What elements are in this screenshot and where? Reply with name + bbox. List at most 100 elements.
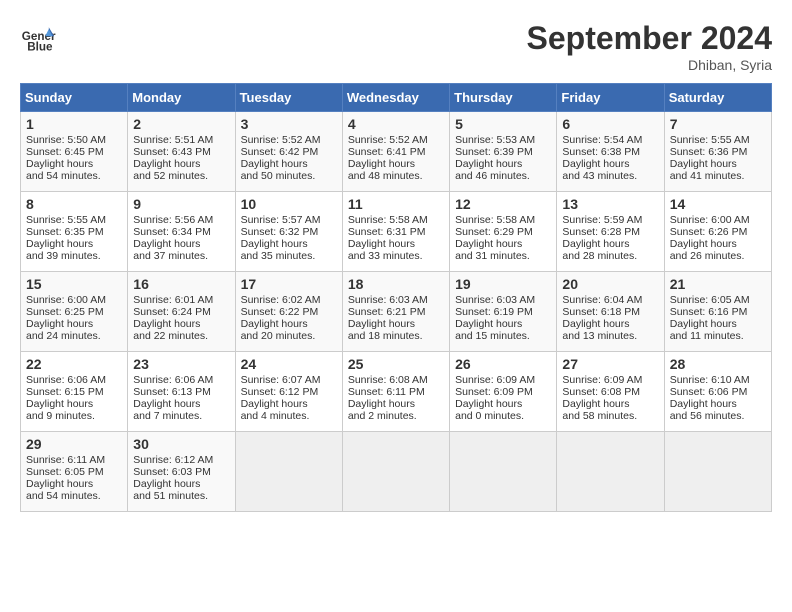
- day-number: 6: [562, 116, 658, 132]
- day-number: 16: [133, 276, 229, 292]
- sunrise-text: Sunrise: 6:06 AM: [133, 374, 213, 386]
- daylight-minutes: and 22 minutes.: [133, 330, 208, 342]
- day-number: 4: [348, 116, 444, 132]
- svg-text:Blue: Blue: [27, 41, 53, 54]
- daylight-minutes: and 20 minutes.: [241, 330, 316, 342]
- sunset-text: Sunset: 6:31 PM: [348, 226, 426, 238]
- daylight-minutes: and 4 minutes.: [241, 410, 310, 422]
- day-number: 22: [26, 356, 122, 372]
- daylight-minutes: and 26 minutes.: [670, 250, 745, 262]
- day-number: 23: [133, 356, 229, 372]
- weekday-header-saturday: Saturday: [664, 84, 771, 112]
- calendar-cell: 23 Sunrise: 6:06 AMSunset: 6:13 PMDayligh…: [128, 352, 235, 432]
- sunrise-text: Sunrise: 6:05 AM: [670, 294, 750, 306]
- daylight-text: Daylight hours: [348, 318, 415, 330]
- calendar-row: 8Sunrise: 5:55 AMSunset: 6:35 PMDaylight…: [21, 192, 772, 272]
- sunset-text: Sunset: 6:06 PM: [670, 386, 748, 398]
- calendar-row: 22Sunrise: 6:06 AMSunset: 6:15 PMDayligh…: [21, 352, 772, 432]
- daylight-text: Daylight hours: [455, 318, 522, 330]
- daylight-text: Daylight hours: [133, 398, 200, 410]
- daylight-text: Daylight hours: [26, 318, 93, 330]
- day-number: 19: [455, 276, 551, 292]
- sunrise-text: Sunrise: 5:55 AM: [670, 134, 750, 146]
- sunrise-text: Sunrise: 6:12 AM: [133, 454, 213, 466]
- calendar-cell: 21Sunrise: 6:05 AMSunset: 6:16 PMDayligh…: [664, 272, 771, 352]
- sunrise-text: Sunrise: 6:04 AM: [562, 294, 642, 306]
- calendar-cell: 3Sunrise: 5:52 AMSunset: 6:42 PMDaylight…: [235, 112, 342, 192]
- daylight-minutes: and 46 minutes.: [455, 170, 530, 182]
- sunrise-text: Sunrise: 6:07 AM: [241, 374, 321, 386]
- daylight-minutes: and 50 minutes.: [241, 170, 316, 182]
- calendar-cell: 17Sunrise: 6:02 AMSunset: 6:22 PMDayligh…: [235, 272, 342, 352]
- calendar-cell: 30 Sunrise: 6:12 AMSunset: 6:03 PMDayligh…: [128, 432, 235, 512]
- daylight-text: Daylight hours: [133, 478, 200, 490]
- sunset-text: Sunset: 6:19 PM: [455, 306, 533, 318]
- sunset-text: Sunset: 6:28 PM: [562, 226, 640, 238]
- location: Dhiban, Syria: [527, 57, 772, 73]
- daylight-minutes: and 43 minutes.: [562, 170, 637, 182]
- calendar-cell: 1Sunrise: 5:50 AMSunset: 6:45 PMDaylight…: [21, 112, 128, 192]
- sunrise-text: Sunrise: 5:56 AM: [133, 214, 213, 226]
- sunset-text: Sunset: 6:21 PM: [348, 306, 426, 318]
- daylight-text: Daylight hours: [26, 238, 93, 250]
- daylight-text: Daylight hours: [670, 398, 737, 410]
- day-number: 9: [133, 196, 229, 212]
- sunrise-text: Sunrise: 6:11 AM: [26, 454, 105, 466]
- calendar-cell: 28Sunrise: 6:10 AMSunset: 6:06 PMDayligh…: [664, 352, 771, 432]
- day-number: 20: [562, 276, 658, 292]
- sunrise-text: Sunrise: 6:10 AM: [670, 374, 750, 386]
- daylight-text: Daylight hours: [26, 398, 93, 410]
- calendar-cell: 6Sunrise: 5:54 AMSunset: 6:38 PMDaylight…: [557, 112, 664, 192]
- calendar-cell: [557, 432, 664, 512]
- weekday-header-sunday: Sunday: [21, 84, 128, 112]
- month-title: September 2024: [527, 20, 772, 57]
- calendar-cell: 4Sunrise: 5:52 AMSunset: 6:41 PMDaylight…: [342, 112, 449, 192]
- daylight-text: Daylight hours: [562, 158, 629, 170]
- calendar-cell: [664, 432, 771, 512]
- calendar-cell: [235, 432, 342, 512]
- daylight-text: Daylight hours: [562, 318, 629, 330]
- sunset-text: Sunset: 6:12 PM: [241, 386, 319, 398]
- sunrise-text: Sunrise: 6:09 AM: [562, 374, 642, 386]
- day-number: 8: [26, 196, 122, 212]
- sunrise-text: Sunrise: 6:03 AM: [455, 294, 535, 306]
- daylight-text: Daylight hours: [562, 398, 629, 410]
- sunset-text: Sunset: 6:18 PM: [562, 306, 640, 318]
- sunset-text: Sunset: 6:16 PM: [670, 306, 748, 318]
- sunrise-text: Sunrise: 5:50 AM: [26, 134, 106, 146]
- sunset-text: Sunset: 6:13 PM: [133, 386, 211, 398]
- sunrise-text: Sunrise: 5:52 AM: [348, 134, 428, 146]
- sunrise-text: Sunrise: 5:58 AM: [455, 214, 535, 226]
- daylight-minutes: and 24 minutes.: [26, 330, 101, 342]
- day-number: 15: [26, 276, 122, 292]
- sunrise-text: Sunrise: 6:02 AM: [241, 294, 321, 306]
- calendar-cell: 5Sunrise: 5:53 AMSunset: 6:39 PMDaylight…: [450, 112, 557, 192]
- sunset-text: Sunset: 6:35 PM: [26, 226, 104, 238]
- weekday-header-thursday: Thursday: [450, 84, 557, 112]
- daylight-text: Daylight hours: [133, 318, 200, 330]
- calendar-cell: 22Sunrise: 6:06 AMSunset: 6:15 PMDayligh…: [21, 352, 128, 432]
- calendar-row: 1Sunrise: 5:50 AMSunset: 6:45 PMDaylight…: [21, 112, 772, 192]
- sunset-text: Sunset: 6:24 PM: [133, 306, 211, 318]
- daylight-text: Daylight hours: [455, 398, 522, 410]
- sunset-text: Sunset: 6:03 PM: [133, 466, 211, 478]
- calendar-cell: 9Sunrise: 5:56 AMSunset: 6:34 PMDaylight…: [128, 192, 235, 272]
- day-number: 26: [455, 356, 551, 372]
- calendar-row: 15Sunrise: 6:00 AMSunset: 6:25 PMDayligh…: [21, 272, 772, 352]
- daylight-minutes: and 52 minutes.: [133, 170, 208, 182]
- day-number: 24: [241, 356, 337, 372]
- daylight-minutes: and 0 minutes.: [455, 410, 524, 422]
- day-number: 2: [133, 116, 229, 132]
- day-number: 3: [241, 116, 337, 132]
- sunrise-text: Sunrise: 6:00 AM: [26, 294, 106, 306]
- calendar-cell: 2Sunrise: 5:51 AMSunset: 6:43 PMDaylight…: [128, 112, 235, 192]
- day-number: 30: [133, 436, 229, 452]
- daylight-text: Daylight hours: [670, 318, 737, 330]
- sunrise-text: Sunrise: 5:52 AM: [241, 134, 321, 146]
- day-number: 13: [562, 196, 658, 212]
- weekday-header-friday: Friday: [557, 84, 664, 112]
- daylight-minutes: and 7 minutes.: [133, 410, 202, 422]
- sunset-text: Sunset: 6:45 PM: [26, 146, 104, 158]
- weekday-header-wednesday: Wednesday: [342, 84, 449, 112]
- title-block: September 2024 Dhiban, Syria: [527, 20, 772, 73]
